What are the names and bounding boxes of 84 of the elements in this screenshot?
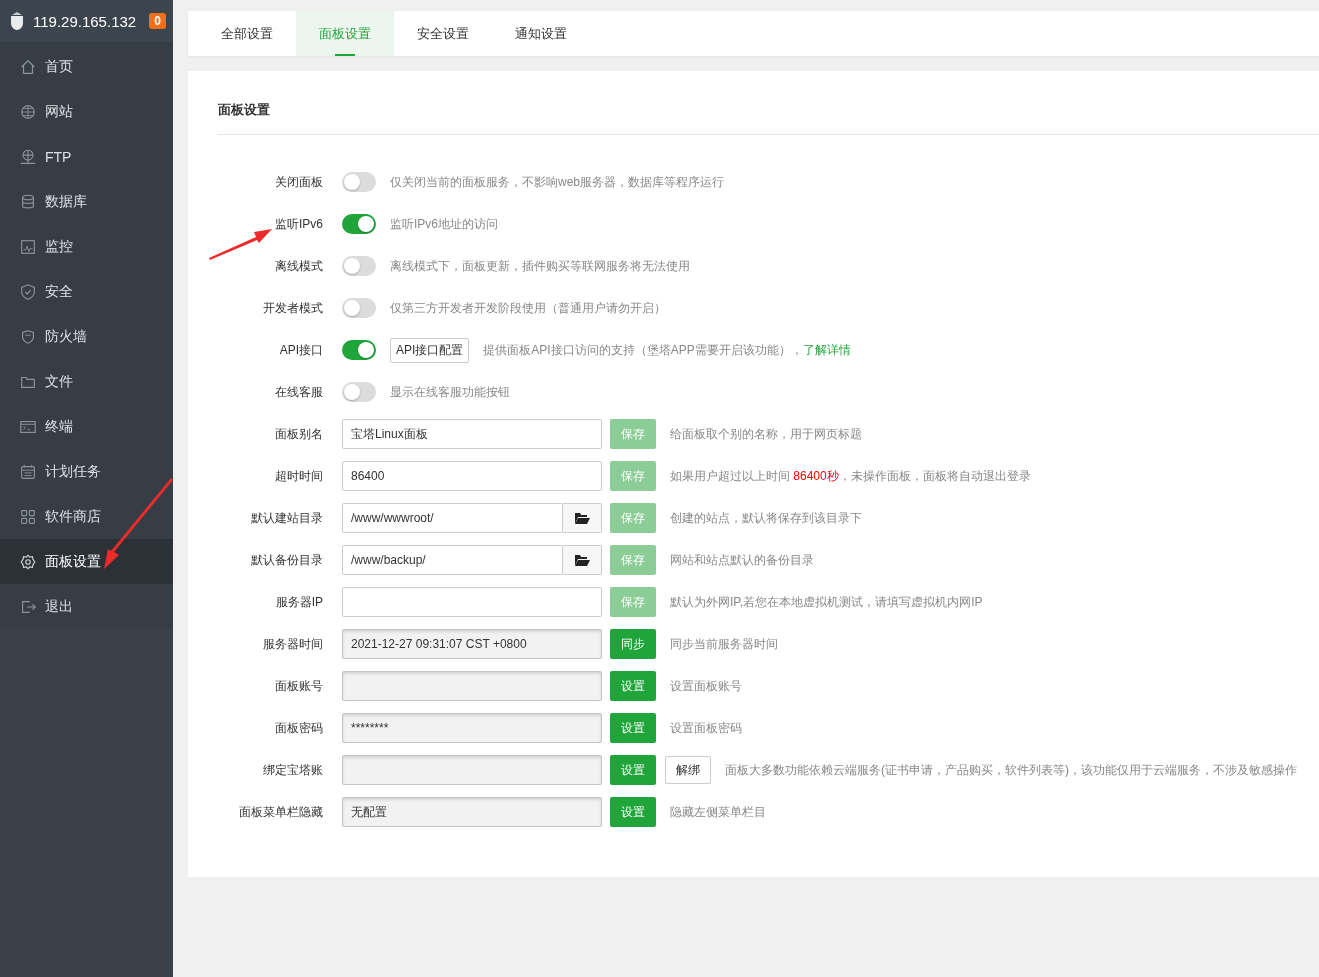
setting-label: 在线客服 (274, 383, 324, 401)
setting-description: 设置面板账号 (670, 677, 742, 695)
setting-description: 监听IPv6地址的访问 (390, 215, 498, 233)
setting-description: 网站和站点默认的备份目录 (670, 551, 814, 569)
section-title: 面板设置 (218, 101, 271, 119)
sidebar-item[interactable]: 软件商店 (0, 494, 173, 539)
globe-icon (19, 102, 37, 121)
sidebar-item[interactable]: 监控 (0, 224, 173, 269)
toggle-switch[interactable] (342, 382, 376, 402)
sidebar-item[interactable]: 面板设置 (0, 539, 173, 584)
config-button[interactable]: API接口配置 (390, 337, 470, 363)
shield-logo-icon (8, 11, 26, 31)
setting-label: 离线模式 (274, 257, 324, 275)
tab[interactable]: 全部设置 (198, 11, 296, 56)
sidebar-item[interactable]: FTP (0, 134, 173, 179)
setting-label: 面板别名 (274, 425, 324, 443)
monitor-icon (19, 237, 37, 256)
sidebar-item[interactable]: 安全 (0, 269, 173, 314)
setting-label: 默认备份目录 (250, 551, 324, 569)
shield-icon (19, 282, 37, 301)
setting-description: 面板大多数功能依赖云端服务(证书申请，产品购买，软件列表等)，该功能仅用于云端服务，不涉及敏感操作 (725, 761, 1297, 779)
setting-label: 服务器IP (274, 593, 324, 611)
settings-icon (19, 552, 37, 571)
toggle-switch[interactable] (342, 298, 376, 318)
input-field[interactable]: /www/backup/ (342, 545, 563, 575)
toggle-switch[interactable] (342, 256, 376, 276)
setting-description: 仅第三方开发者开发阶段使用（普通用户请勿开启） (390, 299, 666, 317)
setting-label: 绑定宝塔账 (262, 761, 324, 779)
input-field[interactable]: 86400 (342, 461, 602, 491)
database-icon (19, 192, 37, 211)
setting-label: 超时时间 (274, 467, 324, 485)
setting-description: 隐藏左侧菜单栏目 (670, 803, 766, 821)
setting-label: 开发者模式 (262, 299, 324, 317)
sidebar-item[interactable]: 防火墙 (0, 314, 173, 359)
input-field[interactable]: 无配置 (342, 797, 602, 827)
setting-label: 关闭面板 (274, 173, 324, 191)
setting-description: 设置面板密码 (670, 719, 742, 737)
sidebar-item[interactable]: 计划任务 (0, 449, 173, 494)
setting-description: 离线模式下，面板更新，插件购买等联网服务将无法使用 (390, 257, 690, 275)
setting-description: 如果用户超过以上时间 86400秒，未操作面板，面板将自动退出登录 (670, 467, 1031, 485)
setting-description: 仅关闭当前的面板服务，不影响web服务器，数据库等程序运行 (390, 173, 724, 191)
tab[interactable]: 安全设置 (394, 11, 492, 56)
setting-label: 服务器时间 (262, 635, 324, 653)
sidebar-item[interactable]: 退出 (0, 584, 173, 629)
folder-icon (574, 553, 590, 567)
input-field[interactable]: /www/wwwroot/ (342, 503, 563, 533)
sidebar-item[interactable]: 首页 (0, 44, 173, 89)
folder-button[interactable] (563, 503, 602, 533)
sidebar-item[interactable]: 文件 (0, 359, 173, 404)
setting-label: 默认建站目录 (250, 509, 324, 527)
setting-description: 创建的站点，默认将保存到该目录下 (670, 509, 862, 527)
folder-icon (574, 511, 590, 525)
setting-description: 同步当前服务器时间 (670, 635, 778, 653)
arrow-annotation (209, 229, 272, 260)
calendar-icon (19, 462, 37, 481)
setting-description: 给面板取个别的名称，用于网页标题 (670, 425, 862, 443)
toggle-switch[interactable] (342, 172, 376, 192)
tab[interactable]: 通知设置 (492, 11, 590, 56)
shield-icon (19, 327, 37, 346)
toggle-switch[interactable] (342, 214, 376, 234)
setting-label: API接口 (278, 341, 324, 359)
sidebar-item[interactable]: 网站 (0, 89, 173, 134)
input-field[interactable] (342, 587, 602, 617)
input-field[interactable]: 2021-12-27 09:31:07 CST +0800 (342, 629, 602, 659)
network-globe-icon (19, 147, 37, 166)
server-address: 119.29.165.132 (33, 12, 138, 30)
setting-label: 面板账号 (274, 677, 324, 695)
folder-button[interactable] (563, 545, 602, 575)
setting-label: 监听IPv6 (274, 215, 324, 233)
sidebar-item[interactable]: 终端 (0, 404, 173, 449)
home-icon (19, 57, 37, 76)
setting-label: 面板密码 (274, 719, 324, 737)
input-field[interactable]: 宝塔Linux面板 (342, 419, 602, 449)
setting-description: 默认为外网IP,若您在本地虚拟机测试，请填写虚拟机内网IP (670, 593, 983, 611)
unbind-button[interactable]: 解绑 (665, 756, 711, 784)
toggle-switch[interactable] (342, 340, 376, 360)
setting-label: 面板菜单栏隐藏 (238, 803, 324, 821)
setting-description: 提供面板API接口访问的支持（堡塔APP需要开启该功能），了解详情 (483, 341, 851, 359)
input-field[interactable]: ******** (342, 713, 602, 743)
grid-icon (19, 507, 37, 526)
input-field[interactable] (342, 755, 602, 785)
input-field[interactable] (342, 671, 602, 701)
setting-description: 显示在线客服功能按钮 (390, 383, 510, 401)
sidebar-item[interactable]: 数据库 (0, 179, 173, 224)
